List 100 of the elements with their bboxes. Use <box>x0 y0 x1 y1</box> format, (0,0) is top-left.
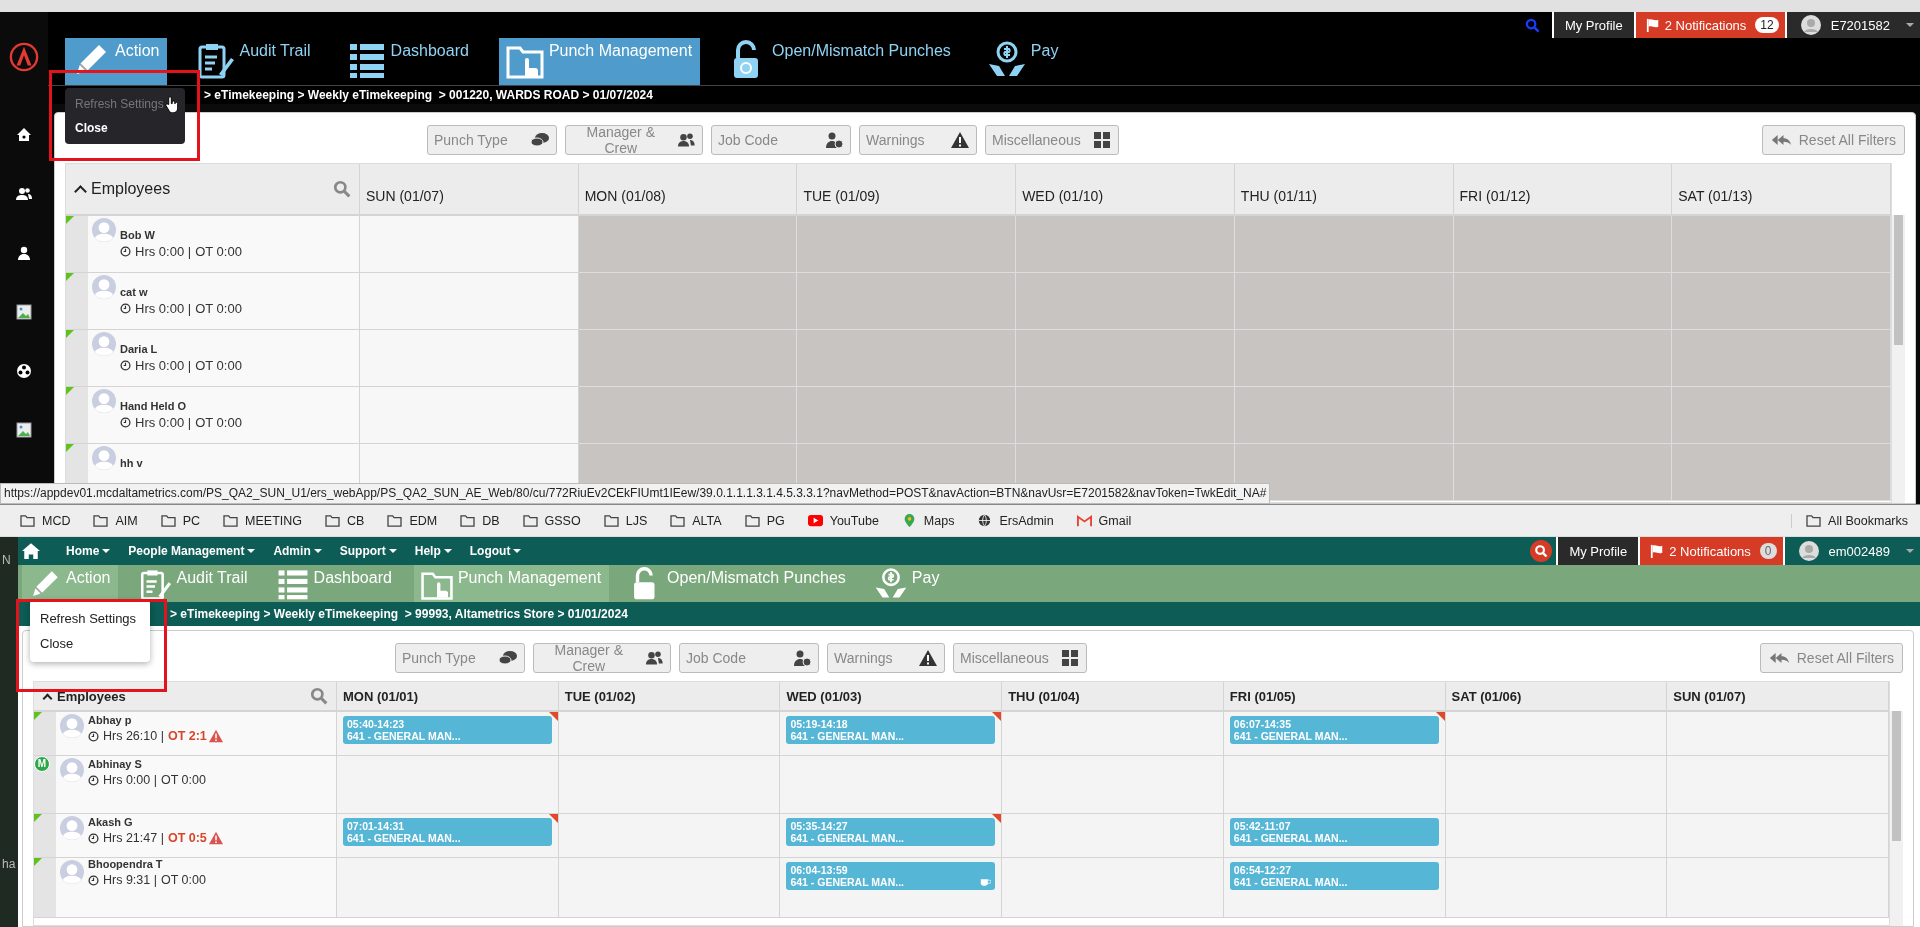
broken-image-icon[interactable] <box>16 304 32 320</box>
nav-tile[interactable]: Punch Management <box>498 38 701 85</box>
overtime-text: OT 0:5 <box>167 831 207 845</box>
hand-cursor-icon <box>165 96 178 113</box>
day-cell[interactable] <box>1667 814 1889 858</box>
day-cell[interactable] <box>360 330 579 387</box>
scrollbar[interactable] <box>1892 215 1905 503</box>
day-cell[interactable] <box>1002 814 1224 858</box>
bookmark[interactable]: Gmail <box>1076 513 1132 528</box>
nav-tile[interactable]: Dashboard <box>340 38 477 85</box>
filter-button[interactable]: Punch Type <box>427 125 557 155</box>
menu-link[interactable]: People Management <box>128 544 256 558</box>
bookmark[interactable]: ALTA <box>670 513 722 528</box>
day-cell[interactable] <box>1223 756 1446 814</box>
nav-tile[interactable]: Open/Mismatch Punches <box>722 38 959 85</box>
grid-icon <box>1092 131 1112 149</box>
menu-link[interactable]: Admin <box>273 544 322 558</box>
bookmark[interactable]: CB <box>325 513 365 528</box>
filter-button[interactable]: Warnings <box>859 125 977 155</box>
menu-item[interactable]: Refresh Settings <box>30 606 150 631</box>
day-cell[interactable] <box>1667 756 1889 814</box>
day-cell[interactable] <box>337 858 559 918</box>
bookmark[interactable]: Maps <box>901 513 955 528</box>
filter-button[interactable]: Job Code <box>711 125 851 155</box>
filter-button[interactable]: Job Code <box>679 643 819 673</box>
day-cell[interactable] <box>780 756 1003 814</box>
overtime-text: OT 0:00 <box>195 301 242 316</box>
bookmark[interactable]: MEETING <box>223 513 303 528</box>
all-bookmarks[interactable]: All Bookmarks <box>1791 513 1912 528</box>
bookmark[interactable]: GSSO <box>522 513 581 528</box>
reset-filters-button[interactable]: Reset All Filters <box>1761 125 1905 155</box>
hours-text: Hrs 26:10 | <box>103 729 164 743</box>
filter-button[interactable]: Manager & Crew <box>533 643 671 673</box>
filter-button[interactable]: Punch Type <box>395 643 525 673</box>
flag-marker <box>66 330 74 338</box>
day-cell[interactable] <box>1667 858 1889 918</box>
ball-icon[interactable] <box>16 363 32 379</box>
day-cell[interactable] <box>360 216 579 273</box>
bookmark[interactable]: MCD <box>20 513 71 528</box>
day-cell[interactable] <box>558 814 781 858</box>
bookmark[interactable]: PG <box>744 513 785 528</box>
day-header: THU (01/04) <box>1002 682 1224 712</box>
day-cell[interactable] <box>1445 814 1668 858</box>
day-cell[interactable] <box>558 712 781 756</box>
bookmark[interactable]: LJS <box>603 513 648 528</box>
filter-button[interactable]: Miscellaneous <box>953 643 1087 673</box>
filter-button[interactable]: Manager & Crew <box>565 125 703 155</box>
person-icon[interactable] <box>16 245 32 261</box>
menu-item[interactable]: Refresh Settings <box>65 92 185 116</box>
employees-header[interactable]: Employees <box>34 682 337 712</box>
nav-tile[interactable]: Audit Trail <box>189 38 319 85</box>
bookmark[interactable]: AIM <box>93 513 138 528</box>
notifications-button[interactable]: 2 Notifications 12 <box>1633 12 1785 38</box>
employees-header[interactable]: Employees <box>66 164 360 216</box>
day-cell[interactable] <box>1667 712 1889 756</box>
menu-link[interactable]: Help <box>414 544 452 558</box>
user-menu[interactable]: E7201582 <box>1784 12 1920 38</box>
bookmark[interactable]: PC <box>160 513 201 528</box>
people-icon[interactable] <box>16 186 32 202</box>
profile-link[interactable]: My Profile <box>1551 12 1634 38</box>
day-cell[interactable] <box>558 756 781 814</box>
folder-icon <box>20 514 35 527</box>
day-cell[interactable] <box>1445 756 1668 814</box>
bookmark[interactable]: YouTube <box>807 513 879 528</box>
menu-item[interactable]: Close <box>30 631 150 656</box>
search-icon[interactable] <box>1530 540 1553 562</box>
filter-button[interactable]: Warnings <box>827 643 945 673</box>
nav-tile[interactable]: Audit Trail <box>132 565 256 602</box>
bookmark[interactable]: EDM <box>387 513 438 528</box>
scrollbar[interactable] <box>1890 711 1903 926</box>
employee-name: Abhinay S <box>88 758 143 770</box>
folder-icon <box>744 514 760 527</box>
bookmark[interactable]: ErsAdmin <box>977 513 1054 528</box>
menu-link[interactable]: Home <box>66 544 111 558</box>
day-cell[interactable] <box>1445 712 1668 756</box>
day-cell[interactable] <box>337 756 559 814</box>
broken-image-icon[interactable] <box>16 422 32 438</box>
folder-icon <box>603 514 619 527</box>
reset-filters-button[interactable]: Reset All Filters <box>1759 643 1903 673</box>
menu-link[interactable]: Logout <box>469 544 522 558</box>
nav-tile[interactable]: Dashboard <box>269 565 400 602</box>
nav-tile[interactable]: Open/Mismatch Punches <box>623 565 854 602</box>
day-cell[interactable] <box>1002 756 1224 814</box>
nav-tile[interactable]: Action <box>65 38 168 85</box>
menu-link[interactable]: Support <box>339 544 397 558</box>
day-cell[interactable] <box>1445 858 1668 918</box>
home-icon[interactable] <box>22 542 40 560</box>
nav-tile[interactable]: Pay <box>867 565 948 602</box>
home-icon[interactable] <box>16 127 32 143</box>
day-cell[interactable] <box>1002 858 1224 918</box>
day-cell[interactable] <box>360 387 579 444</box>
day-cell[interactable] <box>558 858 781 918</box>
profile-link[interactable]: My Profile <box>1556 537 1639 565</box>
day-cell[interactable] <box>1002 712 1224 756</box>
nav-tile[interactable]: Pay <box>980 38 1067 85</box>
bookmark[interactable]: DB <box>460 513 500 528</box>
day-cell[interactable] <box>360 273 579 330</box>
notifications-button[interactable]: 2 Notifications 0 <box>1638 537 1783 565</box>
menu-item[interactable]: Close <box>65 116 185 140</box>
filter-button[interactable]: Miscellaneous <box>985 125 1119 155</box>
